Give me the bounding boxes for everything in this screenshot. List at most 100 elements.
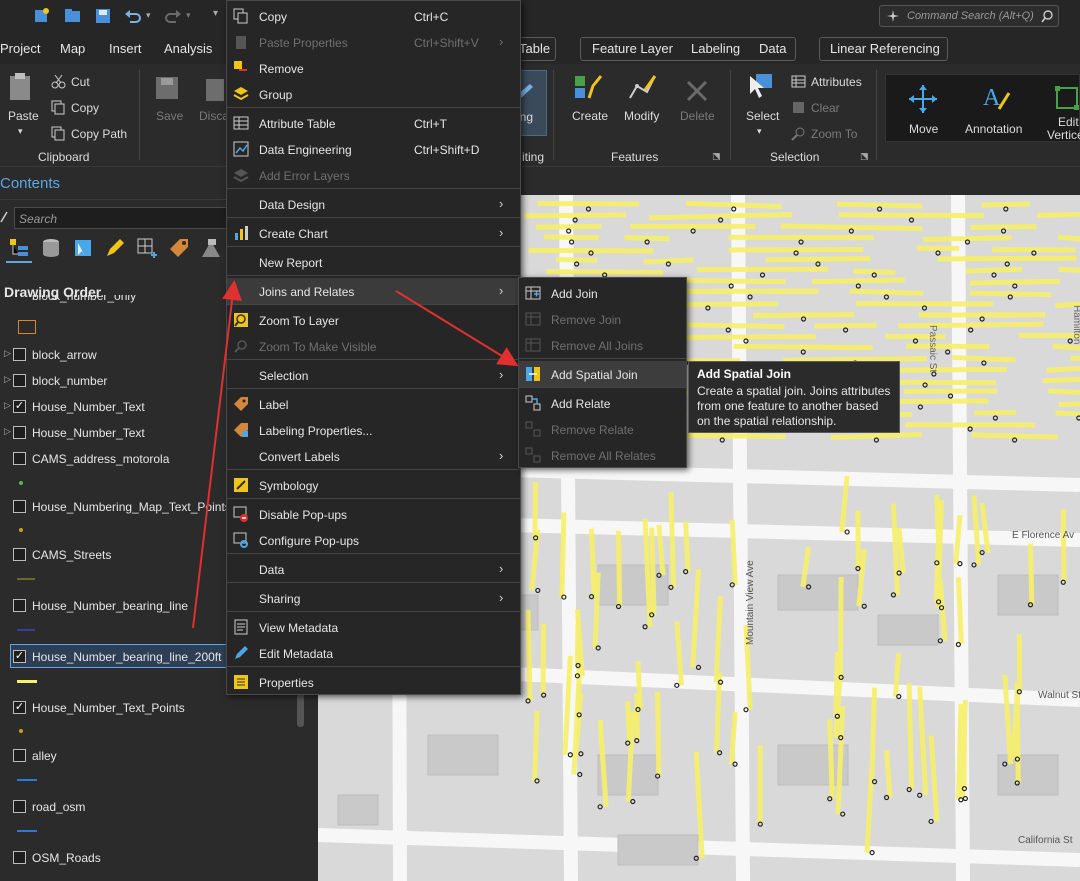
menu-item-symbology[interactable]: Symbology	[227, 472, 520, 498]
zoom-to-selection-icon[interactable]	[791, 126, 806, 141]
move-label[interactable]: Move	[909, 122, 938, 136]
menu-item-joins-and-relates[interactable]: Joins and Relates ›	[227, 278, 520, 304]
menu-item-copy[interactable]: Copy Ctrl+C	[227, 3, 520, 29]
tab-project[interactable]: Project	[0, 41, 40, 56]
layer-visibility-checkbox[interactable]	[13, 374, 26, 387]
save-edits-label[interactable]: Save	[156, 109, 183, 123]
create-features-icon[interactable]	[573, 72, 603, 102]
layer-visibility-checkbox[interactable]	[13, 749, 26, 762]
delete-label[interactable]: Delete	[680, 109, 715, 123]
menu-item-create-chart[interactable]: Create Chart ›	[227, 220, 520, 246]
layer-item[interactable]: ✓ House_Number_Text_Points	[0, 698, 300, 718]
edit-vertices-label-2[interactable]: Vertice	[1047, 128, 1080, 142]
submenu-item-remove-all-joins[interactable]: Remove All Joins	[519, 332, 686, 358]
menu-item-label[interactable]: Label	[227, 391, 520, 417]
submenu-item-add-spatial-join[interactable]: Add Spatial Join	[519, 361, 686, 387]
move-icon[interactable]	[907, 83, 939, 115]
tab-map[interactable]: Map	[60, 41, 85, 56]
tab-insert[interactable]: Insert	[109, 41, 142, 56]
layer-visibility-checkbox[interactable]	[13, 800, 26, 813]
customize-toolbar-icon[interactable]: ▾	[213, 8, 218, 19]
layer-visibility-checkbox[interactable]	[13, 452, 26, 465]
expand-icon[interactable]: ▷	[4, 348, 11, 359]
menu-item-sharing[interactable]: Sharing ›	[227, 585, 520, 611]
discard-edits-label[interactable]: Disca	[199, 109, 229, 123]
layer-item[interactable]: road_osm	[0, 797, 300, 817]
list-by-source-icon[interactable]	[40, 237, 62, 259]
save-project-icon[interactable]	[93, 7, 113, 25]
attributes-icon[interactable]	[791, 74, 806, 89]
layer-visibility-checkbox[interactable]	[13, 500, 26, 513]
paste-icon[interactable]	[6, 72, 36, 102]
copy-path-icon[interactable]	[51, 126, 66, 141]
menu-item-paste-properties[interactable]: Paste Properties Ctrl+Shift+V ›	[227, 29, 520, 55]
submenu-item-add-relate[interactable]: Add Relate	[519, 390, 686, 416]
list-by-perspective-imagery-icon[interactable]	[200, 237, 222, 259]
menu-item-new-report[interactable]: New Report	[227, 249, 520, 275]
edit-vertices-label-1[interactable]: Edit	[1058, 115, 1079, 129]
selection-dialog-launcher-icon[interactable]: ⬔	[860, 151, 869, 162]
layer-visibility-checkbox[interactable]	[13, 348, 26, 361]
modify-features-icon[interactable]	[627, 72, 657, 102]
save-edits-icon[interactable]	[153, 74, 183, 104]
paste-label[interactable]: Paste	[8, 109, 39, 123]
copy-label[interactable]: Copy	[71, 101, 99, 115]
menu-item-add-error-layers[interactable]: Add Error Layers	[227, 162, 520, 188]
menu-item-zoom-to-layer[interactable]: Zoom To Layer	[227, 307, 520, 333]
submenu-item-add-join[interactable]: Add Join	[519, 280, 686, 306]
list-by-snapping-icon[interactable]	[136, 237, 158, 259]
submenu-item-remove-all-relates[interactable]: Remove All Relates	[519, 442, 686, 468]
edit-vertices-icon[interactable]	[1052, 83, 1080, 113]
undo-icon[interactable]	[123, 7, 143, 25]
annotation-icon[interactable]: A	[979, 81, 1011, 113]
expand-icon[interactable]: ▷	[4, 400, 11, 411]
submenu-item-remove-join[interactable]: Remove Join	[519, 306, 686, 332]
menu-item-configure-popups[interactable]: Configure Pop-ups	[227, 527, 520, 553]
annotation-label[interactable]: Annotation	[965, 122, 1022, 136]
cut-label[interactable]: Cut	[71, 75, 90, 89]
layer-visibility-checkbox[interactable]	[13, 426, 26, 439]
layer-visibility-checkbox[interactable]	[13, 599, 26, 612]
menu-item-properties[interactable]: Properties	[227, 669, 520, 695]
menu-item-view-metadata[interactable]: View Metadata	[227, 614, 520, 640]
menu-item-group[interactable]: Group	[227, 81, 520, 107]
layer-item[interactable]: OSM_Roads	[0, 848, 300, 868]
paste-dropdown-icon[interactable]: ▾	[18, 126, 23, 137]
list-by-editing-icon[interactable]	[104, 237, 126, 259]
select-icon[interactable]	[746, 72, 776, 102]
copy-icon[interactable]	[51, 100, 66, 115]
filter-icon[interactable]	[0, 211, 8, 223]
submenu-item-remove-relate[interactable]: Remove Relate	[519, 416, 686, 442]
list-by-drawing-order-icon[interactable]	[8, 237, 30, 259]
menu-item-data[interactable]: Data ›	[227, 556, 520, 582]
zoom-to-label[interactable]: Zoom To	[811, 127, 857, 141]
features-dialog-launcher-icon[interactable]: ⬔	[712, 151, 721, 162]
tab-analysis[interactable]: Analysis	[164, 41, 212, 56]
redo-dropdown-icon[interactable]: ▾	[186, 10, 191, 21]
layer-item[interactable]: alley	[0, 746, 300, 766]
menu-item-data-design[interactable]: Data Design ›	[227, 191, 520, 217]
menu-item-attribute-table[interactable]: Attribute Table Ctrl+T	[227, 110, 520, 136]
layer-visibility-checkbox[interactable]	[13, 851, 26, 864]
menu-item-selection[interactable]: Selection ›	[227, 362, 520, 388]
menu-item-labeling-properties[interactable]: Labeling Properties...	[227, 417, 520, 443]
layer-visibility-checkbox[interactable]: ✓	[13, 650, 26, 663]
redo-icon[interactable]	[163, 7, 183, 25]
modify-label[interactable]: Modify	[624, 109, 659, 123]
copy-path-label[interactable]: Copy Path	[71, 127, 127, 141]
list-by-labeling-icon[interactable]	[168, 237, 190, 259]
tab-linear-referencing[interactable]: Linear Referencing	[830, 41, 940, 56]
command-search-box[interactable]: Command Search (Alt+Q)	[879, 5, 1059, 27]
open-project-icon[interactable]	[63, 7, 83, 25]
layer-visibility-checkbox[interactable]	[13, 548, 26, 561]
attributes-label[interactable]: Attributes	[811, 75, 862, 89]
select-label[interactable]: Select	[746, 109, 779, 123]
tab-data[interactable]: Data	[759, 41, 786, 56]
tab-table[interactable]: Table	[519, 41, 550, 56]
clear-selection-icon[interactable]	[791, 100, 806, 115]
layer-visibility-checkbox[interactable]: ✓	[13, 400, 26, 413]
undo-dropdown-icon[interactable]: ▾	[146, 10, 151, 21]
new-project-icon[interactable]	[32, 7, 52, 25]
cut-icon[interactable]	[51, 74, 66, 89]
select-dropdown-icon[interactable]: ▾	[757, 126, 762, 137]
